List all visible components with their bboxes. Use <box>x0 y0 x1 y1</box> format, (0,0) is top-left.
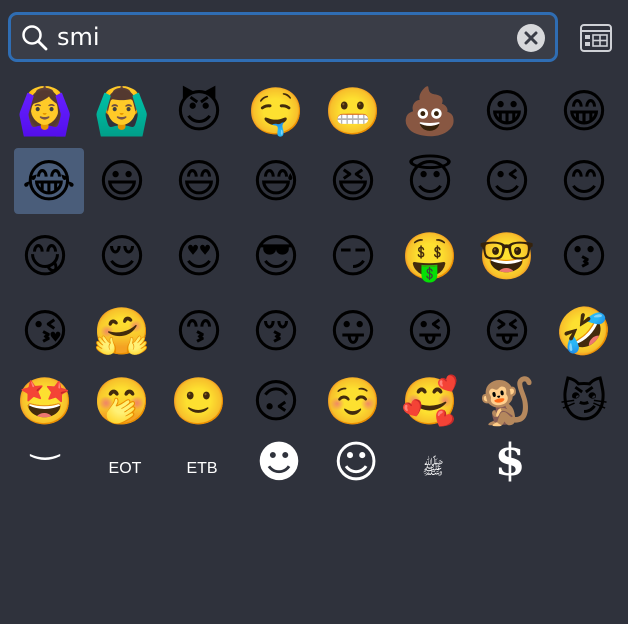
symbol-black-smiling-face[interactable]: ☻ <box>244 430 314 496</box>
emoji-woman-gesturing-ok[interactable]: 🙆‍♀️ <box>10 78 80 144</box>
emoji-man-gesturing-ok[interactable]: 🙆‍♂️ <box>87 78 157 144</box>
symbol-eot[interactable]: EOT <box>90 436 160 502</box>
emoji-face-with-tongue[interactable]: 😛 <box>318 298 388 364</box>
emoji-money-mouth[interactable]: 🤑 <box>395 223 465 289</box>
emoji-beaming-face[interactable]: 😁 <box>549 78 619 144</box>
emoji-smiling-eyes[interactable]: 😊 <box>549 148 619 214</box>
emoji-smiling-halo[interactable]: 😇 <box>395 148 465 214</box>
emoji-kissing-face[interactable]: 😗 <box>549 223 619 289</box>
emoji-rolling-on-floor-laughing[interactable]: 🤣 <box>549 298 619 364</box>
emoji-nerd-face[interactable]: 🤓 <box>472 223 542 289</box>
symbol-white-smiling-face[interactable]: ☺ <box>321 430 391 496</box>
emoji-kissing-closed-eyes[interactable]: 😚 <box>241 298 311 364</box>
symbol-arabic-ligature[interactable]: ﷺ <box>398 436 468 502</box>
emoji-grinning-face[interactable]: 😀 <box>472 78 542 144</box>
emoji-upside-down[interactable]: 🙃 <box>241 368 311 434</box>
emoji-pile-of-poo[interactable]: 💩 <box>395 78 465 144</box>
emoji-grinning-squinting[interactable]: 😆 <box>318 148 388 214</box>
symbol-smile-curve[interactable]: ‿ <box>10 424 80 490</box>
search-icon <box>22 25 48 51</box>
emoji-sunglasses[interactable]: 😎 <box>241 223 311 289</box>
emoji-smiling-hearts[interactable]: 🥰 <box>395 368 465 434</box>
emoji-tears-of-joy[interactable]: 😂 <box>14 148 84 214</box>
emoji-grinning-smiling-eyes[interactable]: 😄 <box>164 148 234 214</box>
emoji-winking-face[interactable]: 😉 <box>472 148 542 214</box>
symbol-dollar-sign[interactable]: $ <box>475 428 545 494</box>
emoji-grinning-big-eyes[interactable]: 😃 <box>87 148 157 214</box>
emoji-cat-wry-smile[interactable]: 😼 <box>549 368 619 434</box>
symbol-etb[interactable]: ETB <box>167 436 237 502</box>
emoji-winking-tongue[interactable]: 😜 <box>395 298 465 364</box>
emoji-grinning-sweat[interactable]: 😅 <box>241 148 311 214</box>
clear-search-button[interactable] <box>517 24 545 52</box>
emoji-savoring-food[interactable]: 😋 <box>10 223 80 289</box>
emoji-smiling-face[interactable]: ☺️ <box>318 368 388 434</box>
emoji-drooling-face[interactable]: 🤤 <box>241 78 311 144</box>
emoji-hand-over-mouth[interactable]: 🤭 <box>87 368 157 434</box>
close-circle-icon <box>524 31 538 45</box>
emoji-face-blowing-kiss[interactable]: 😘 <box>10 298 80 364</box>
emoji-squinting-tongue[interactable]: 😝 <box>472 298 542 364</box>
emoji-grimacing-face[interactable]: 😬 <box>318 78 388 144</box>
emoji-smirking-face[interactable]: 😏 <box>318 223 388 289</box>
search-input[interactable] <box>57 20 497 54</box>
character-viewer-icon[interactable] <box>580 23 612 53</box>
emoji-relieved-face[interactable]: 😌 <box>87 223 157 289</box>
emoji-smiling-devil[interactable]: 😈 <box>164 78 234 144</box>
emoji-monkey[interactable]: 🐒 <box>472 368 542 434</box>
search-bar <box>8 12 558 62</box>
emoji-hugging-face[interactable]: 🤗 <box>87 298 157 364</box>
emoji-slightly-smiling[interactable]: 🙂 <box>164 368 234 434</box>
emoji-kissing-smiling-eyes[interactable]: 😙 <box>164 298 234 364</box>
emoji-heart-eyes[interactable]: 😍 <box>164 223 234 289</box>
